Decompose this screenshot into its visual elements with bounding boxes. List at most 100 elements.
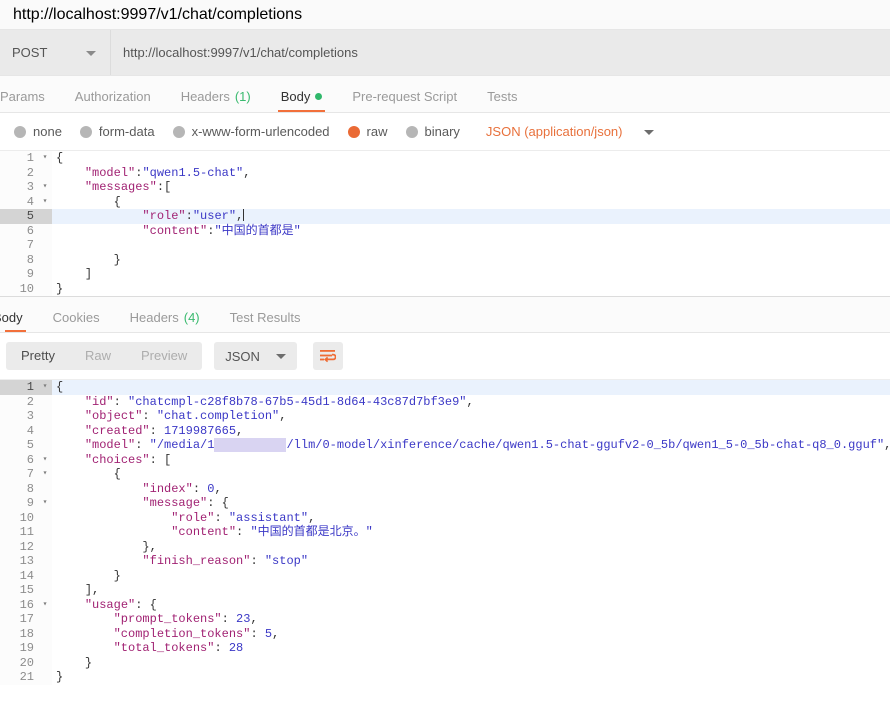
code-token: "id" — [84, 394, 114, 409]
view-mode-pretty[interactable]: Pretty — [6, 342, 70, 370]
code-line[interactable]: 5 "model": "/media/1xxxxxxxxxx/llm/0-mod… — [0, 438, 890, 453]
tab-body[interactable]: Body — [266, 90, 338, 112]
code-line[interactable]: 11 "content": "中国的首都是北京。" — [0, 525, 890, 540]
code-token: [ — [164, 452, 172, 467]
fold-arrow-icon[interactable]: ▾ — [38, 467, 52, 482]
fold-arrow-icon[interactable]: ▾ — [38, 180, 52, 195]
body-type-none[interactable]: none — [8, 124, 74, 139]
tab-label: Headers — [129, 310, 179, 325]
response-tab-body[interactable]: Body — [0, 311, 38, 332]
radio-icon — [405, 125, 418, 138]
code-text: "choices": [ — [52, 453, 890, 468]
code-line[interactable]: 9 ] — [0, 267, 890, 282]
fold-arrow-icon[interactable]: ▾ — [38, 151, 52, 166]
response-body-editor[interactable]: 1 ▾{2 "id": "chatcmpl-c28f8b78-67b5-45d1-… — [0, 380, 890, 686]
code-line[interactable]: 4 ▾ { — [0, 194, 890, 210]
fold-arrow-icon[interactable]: ▾ — [38, 194, 52, 209]
response-tab-test-results[interactable]: Test Results — [215, 311, 316, 332]
code-line[interactable]: 4 "created": 1719987665, — [0, 423, 890, 438]
code-line[interactable]: 19 "total_tokens": 28 — [0, 641, 890, 656]
code-token: : — [135, 597, 150, 612]
code-text: "finish_reason": "stop" — [52, 554, 890, 569]
fold-arrow-icon[interactable]: ▾ — [38, 597, 52, 612]
response-tab-cookies[interactable]: Cookies — [38, 311, 115, 332]
fold-spacer — [38, 423, 52, 438]
response-tab-headers[interactable]: Headers (4) — [115, 311, 215, 332]
tab-headers[interactable]: Headers (1) — [166, 90, 266, 112]
request-body-editor[interactable]: 1 ▾{2 "model":"qwen1.5-chat", 3 ▾ "messages… — [0, 151, 890, 297]
word-wrap-toggle-button[interactable] — [312, 342, 343, 370]
code-line[interactable]: 6 ▾ "choices": [ — [0, 452, 890, 468]
tab-tests[interactable]: Tests — [472, 90, 532, 112]
code-line[interactable]: 20 } — [0, 655, 890, 670]
line-number: 2 — [0, 165, 38, 180]
code-line[interactable]: 3 ▾ "messages":[ — [0, 180, 890, 195]
body-type-form-data[interactable]: form-data — [74, 124, 167, 139]
fold-spacer — [38, 539, 52, 554]
code-line[interactable]: 18 "completion_tokens": 5, — [0, 626, 890, 641]
code-line[interactable]: 13 "finish_reason": "stop" — [0, 554, 890, 569]
code-line[interactable]: 6 "content":"中国的首都是" — [0, 223, 890, 238]
code-token: : — [156, 180, 165, 194]
code-line[interactable]: 5 "role":"user", — [0, 209, 890, 224]
request-url-input[interactable]: http://localhost:9997/v1/chat/completion… — [111, 30, 890, 75]
tab-pre-request-script[interactable]: Pre-request Script — [337, 90, 472, 112]
radio-icon — [79, 125, 92, 138]
request-url-value: http://localhost:9997/v1/chat/completion… — [123, 45, 358, 60]
code-line[interactable]: 17 "prompt_tokens": 23, — [0, 612, 890, 627]
code-line[interactable]: 8 } — [0, 252, 890, 267]
code-line[interactable]: 10 "role": "assistant", — [0, 510, 890, 525]
tab-params[interactable]: Params — [0, 90, 60, 112]
code-line[interactable]: 16 ▾ "usage": { — [0, 597, 890, 612]
code-line[interactable]: 8 "index": 0, — [0, 481, 890, 496]
line-number: 14 — [0, 568, 38, 583]
line-number: 18 — [0, 626, 38, 641]
code-line[interactable]: 12 }, — [0, 539, 890, 554]
fold-arrow-icon[interactable]: ▾ — [38, 380, 52, 395]
chevron-down-icon — [275, 353, 286, 359]
body-type-binary[interactable]: binary — [400, 124, 472, 139]
code-line[interactable]: 3 "object": "chat.completion", — [0, 409, 890, 424]
code-token: "created" — [84, 423, 150, 438]
view-mode-raw[interactable]: Raw — [70, 342, 126, 370]
code-token: , — [243, 165, 251, 180]
code-line[interactable]: 10} — [0, 281, 890, 296]
code-line[interactable]: 15 ], — [0, 583, 890, 598]
body-modified-dot-icon — [315, 93, 323, 100]
code-line[interactable]: 14 } — [0, 568, 890, 583]
line-number: 13 — [0, 554, 38, 569]
code-line[interactable]: 7 ▾ { — [0, 467, 890, 482]
code-line[interactable]: 7 — [0, 238, 890, 253]
code-line[interactable]: 21} — [0, 670, 890, 685]
content-type-select[interactable]: JSON (application/json) — [486, 124, 655, 139]
response-format-select[interactable]: JSON — [214, 342, 297, 370]
http-method-select[interactable]: POST — [0, 30, 111, 75]
code-line[interactable]: 2 "model":"qwen1.5-chat", — [0, 165, 890, 180]
code-token: } — [113, 568, 121, 583]
code-line[interactable]: 9 ▾ "message": { — [0, 496, 890, 511]
code-token: , — [236, 423, 244, 438]
code-line[interactable]: 1 ▾ { — [0, 380, 890, 395]
fold-arrow-icon[interactable]: ▾ — [38, 496, 52, 511]
fold-arrow-icon[interactable]: ▾ — [38, 452, 52, 467]
code-token: "finish_reason" — [142, 554, 251, 568]
fold-spacer — [38, 641, 52, 656]
body-type-x-www-form-urlencoded[interactable]: x-www-form-urlencoded — [167, 124, 342, 139]
tab-authorization[interactable]: Authorization — [60, 90, 166, 112]
body-type-raw[interactable]: raw — [342, 124, 400, 139]
view-mode-preview[interactable]: Preview — [126, 342, 202, 370]
code-line[interactable]: 1 ▾ { — [0, 151, 890, 166]
fold-spacer — [38, 510, 52, 525]
response-format-label: JSON — [225, 348, 260, 364]
tab-label: Tests — [487, 89, 518, 104]
code-line[interactable]: 2 "id": "chatcmpl-c28f8b78-67b5-45d1-8d6… — [0, 394, 890, 409]
code-text: { — [52, 195, 890, 210]
